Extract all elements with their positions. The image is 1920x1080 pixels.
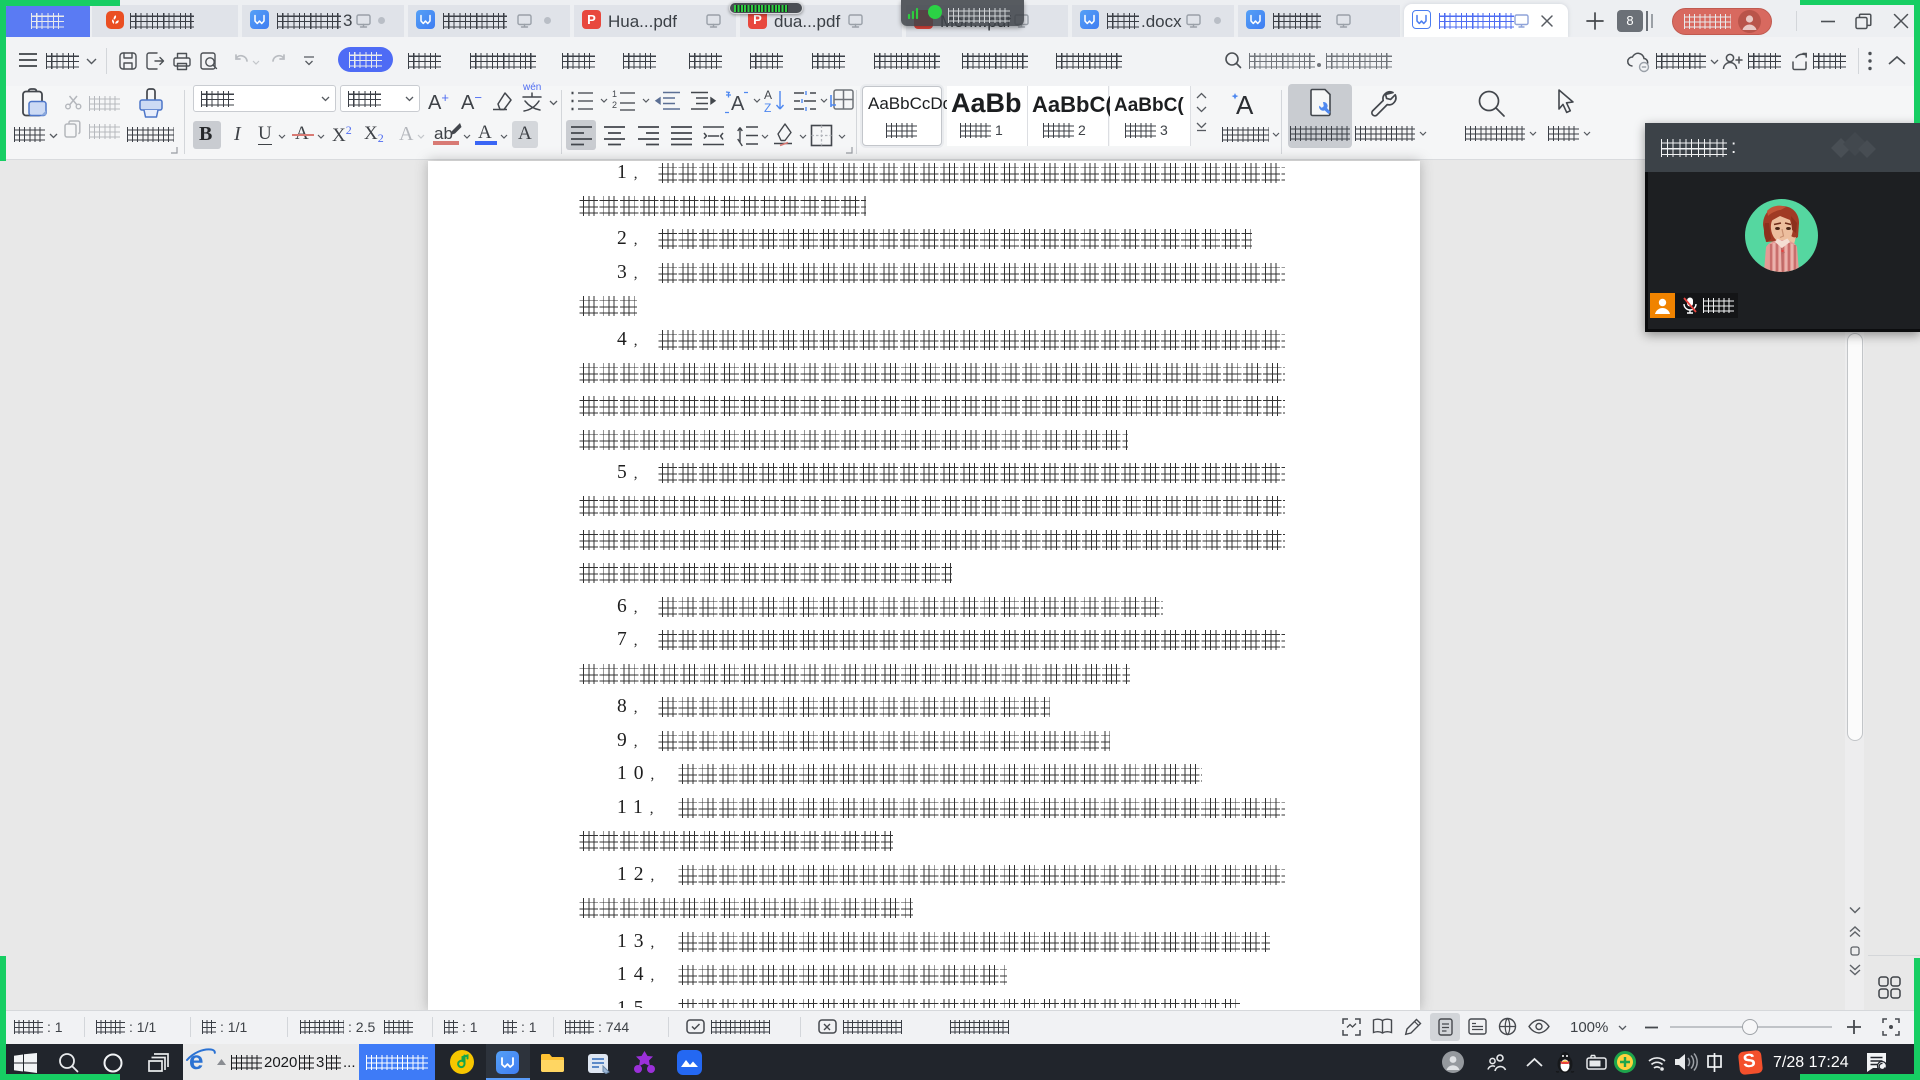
svg-text:A: A — [764, 88, 772, 102]
svg-text:1: 1 — [612, 89, 617, 99]
svg-text:Z: Z — [764, 101, 771, 115]
svg-text:2: 2 — [612, 100, 617, 110]
svg-text:A: A — [1236, 90, 1254, 120]
svg-text:A: A — [731, 93, 745, 115]
